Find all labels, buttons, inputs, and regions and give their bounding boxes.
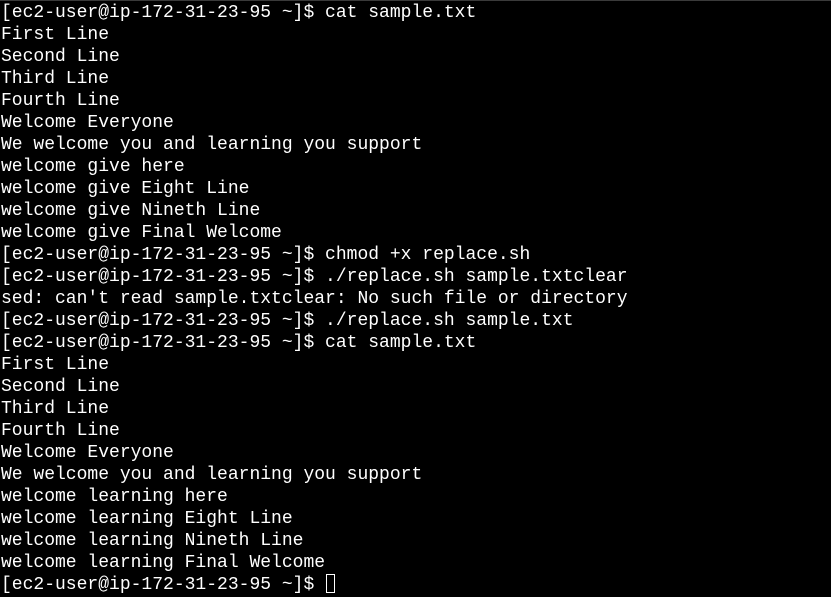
terminal-output: [ec2-user@ip-172-31-23-95 ~]$ cat sample… (1, 2, 628, 596)
terminal-line: Welcome Everyone (1, 113, 174, 133)
terminal-line: [ec2-user@ip-172-31-23-95 ~]$ cat sample… (1, 333, 477, 353)
terminal-input-line[interactable]: [ec2-user@ip-172-31-23-95 ~]$ (1, 574, 628, 596)
terminal-line: First Line (1, 355, 110, 375)
terminal-line: Fourth Line (1, 91, 120, 111)
terminal-line: [ec2-user@ip-172-31-23-95 ~]$ ./replace.… (1, 267, 628, 287)
terminal-line: welcome give Nineth Line (1, 201, 261, 221)
terminal-line: We welcome you and learning you support (1, 135, 423, 155)
terminal-line: welcome learning here (1, 487, 228, 507)
terminal-cursor[interactable] (326, 574, 336, 593)
terminal-line: welcome learning Final Welcome (1, 553, 326, 573)
terminal-line: Welcome Everyone (1, 443, 174, 463)
terminal-prompt: [ec2-user@ip-172-31-23-95 ~]$ (1, 575, 326, 595)
terminal-line: [ec2-user@ip-172-31-23-95 ~]$ ./replace.… (1, 311, 574, 331)
terminal-line: [ec2-user@ip-172-31-23-95 ~]$ chmod +x r… (1, 245, 531, 265)
terminal-line: welcome learning Nineth Line (1, 531, 304, 551)
terminal-line: welcome learning Eight Line (1, 509, 293, 529)
terminal-line: Third Line (1, 69, 110, 89)
terminal-line: [ec2-user@ip-172-31-23-95 ~]$ cat sample… (1, 3, 477, 23)
terminal-line: welcome give here (1, 157, 185, 177)
terminal-line: welcome give Eight Line (1, 179, 250, 199)
terminal-window[interactable]: [ec2-user@ip-172-31-23-95 ~]$ cat sample… (0, 0, 831, 597)
terminal-line: Second Line (1, 377, 120, 397)
terminal-line: sed: can't read sample.txtclear: No such… (1, 289, 628, 309)
terminal-line: First Line (1, 25, 110, 45)
terminal-line: Second Line (1, 47, 120, 67)
terminal-line: We welcome you and learning you support (1, 465, 423, 485)
terminal-line: Third Line (1, 399, 110, 419)
terminal-line: welcome give Final Welcome (1, 223, 282, 243)
terminal-line: Fourth Line (1, 421, 120, 441)
